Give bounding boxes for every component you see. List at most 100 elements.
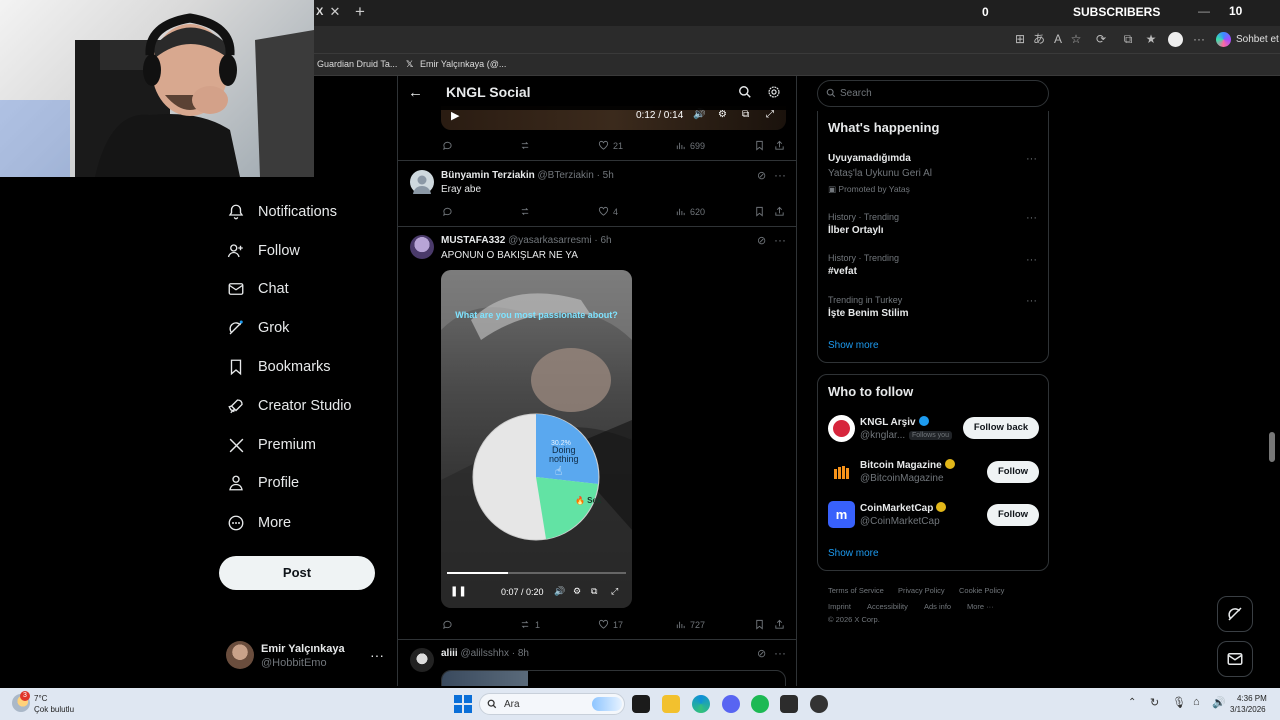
reply-button[interactable] xyxy=(442,619,457,630)
gear-icon[interactable] xyxy=(767,85,781,99)
like-button[interactable]: 4 xyxy=(598,206,618,217)
more-menu-icon[interactable]: ··· xyxy=(1192,32,1206,46)
nav-chat[interactable]: Chat xyxy=(226,274,289,304)
task-view-icon[interactable] xyxy=(632,695,650,713)
bookmark-button[interactable] xyxy=(754,140,769,151)
post-handle[interactable]: @alilsshhx xyxy=(460,648,509,659)
trend-more-button[interactable]: ··· xyxy=(1026,254,1037,266)
post-time[interactable]: · 6h xyxy=(594,235,611,246)
trend-name[interactable]: İşte Benim Stilim xyxy=(828,308,909,319)
profile-icon[interactable] xyxy=(1168,32,1183,47)
back-arrow-icon[interactable]: ← xyxy=(408,84,423,101)
account-more-button[interactable]: ··· xyxy=(370,647,384,663)
refresh-icon[interactable]: ⟳ xyxy=(1094,32,1108,46)
avatar[interactable] xyxy=(226,641,254,669)
avatar[interactable] xyxy=(828,458,855,485)
footer-link[interactable]: More ··· xyxy=(967,602,994,611)
scrollbar-track[interactable] xyxy=(1269,76,1275,686)
microphone-icon[interactable]: 🎙 xyxy=(1172,696,1186,709)
account-name[interactable]: Emir Yalçınkaya xyxy=(261,643,345,655)
weather-temp[interactable]: 7°C xyxy=(34,694,47,703)
pause-icon[interactable]: ❚❚ xyxy=(450,586,467,597)
trend-name[interactable]: #vefat xyxy=(828,266,857,277)
messages-fab-button[interactable] xyxy=(1217,641,1253,677)
nav-bookmarks[interactable]: Bookmarks xyxy=(226,352,331,382)
follow-button[interactable]: Follow xyxy=(987,461,1039,483)
discord-icon[interactable] xyxy=(722,695,740,713)
views-button[interactable]: 727 xyxy=(675,619,705,630)
post-more-button[interactable]: ··· xyxy=(774,646,786,660)
nav-follow[interactable]: Follow xyxy=(226,236,300,266)
views-button[interactable]: 699 xyxy=(675,140,705,151)
avatar[interactable] xyxy=(828,415,855,442)
trend-more-button[interactable]: ··· xyxy=(1026,153,1037,165)
follow-back-button[interactable]: Follow back xyxy=(963,417,1039,439)
repost-button[interactable] xyxy=(519,140,535,151)
wtf-name[interactable]: Bitcoin Magazine xyxy=(860,459,955,471)
repost-button[interactable]: 1 xyxy=(519,619,540,630)
tray-chevron-icon[interactable]: ⌃ xyxy=(1128,697,1136,708)
volume-icon[interactable]: 🔊 xyxy=(1212,696,1226,709)
avatar[interactable] xyxy=(410,170,434,194)
nav-creator-studio[interactable]: Creator Studio xyxy=(226,391,352,421)
favorite-link[interactable]: Emir Yalçınkaya (@... xyxy=(420,59,506,69)
show-more-link[interactable]: Show more xyxy=(828,340,879,351)
trend-more-button[interactable]: ··· xyxy=(1026,212,1037,224)
fullscreen-icon[interactable]: ⤢ xyxy=(766,109,774,120)
footer-link[interactable]: Terms of Service xyxy=(828,586,884,595)
post-more-button[interactable]: ··· xyxy=(774,233,786,247)
post-author[interactable]: aliii xyxy=(441,648,458,659)
bookmark-button[interactable] xyxy=(754,619,769,630)
post-handle[interactable]: @BTerziakin xyxy=(538,170,594,181)
edge-browser-icon[interactable] xyxy=(692,695,710,713)
grok-post-icon[interactable]: ⊘ xyxy=(757,169,766,182)
favorite-star-icon[interactable]: ☆ xyxy=(1069,32,1083,46)
post-time[interactable]: · 5h xyxy=(597,170,614,181)
nav-grok[interactable]: Grok xyxy=(226,313,289,343)
show-more-link[interactable]: Show more xyxy=(828,548,879,559)
nav-more[interactable]: More xyxy=(226,508,291,538)
new-tab-button[interactable]: + xyxy=(352,3,368,21)
nav-profile[interactable]: Profile xyxy=(226,468,299,498)
terminal-icon[interactable] xyxy=(780,695,798,713)
nav-premium[interactable]: Premium xyxy=(226,430,316,460)
favorite-link[interactable]: Guardian Druid Ta... xyxy=(317,59,397,69)
settings-icon[interactable]: ⚙ xyxy=(573,586,581,597)
collections-icon[interactable]: ★ xyxy=(1144,32,1158,46)
spotify-icon[interactable] xyxy=(751,695,769,713)
footer-link[interactable]: Imprint xyxy=(828,602,851,611)
clock-time[interactable]: 4:36 PM xyxy=(1237,694,1267,703)
wtf-name[interactable]: KNGL Arşiv xyxy=(860,416,929,428)
obs-icon[interactable] xyxy=(810,695,828,713)
settings-icon[interactable]: ⚙ xyxy=(718,109,727,120)
grok-post-icon[interactable]: ⊘ xyxy=(757,647,766,660)
read-aloud-icon[interactable]: A xyxy=(1051,32,1065,46)
post-author[interactable]: MUSTAFA332 xyxy=(441,235,505,246)
search-icon[interactable] xyxy=(738,85,752,99)
video-player[interactable]: What are you most passionate about? 30.2… xyxy=(441,270,632,608)
repost-button[interactable] xyxy=(519,206,535,217)
trend-name[interactable]: Uyuyamadığımda xyxy=(828,153,911,164)
avatar[interactable] xyxy=(410,648,434,672)
pip-icon[interactable]: ⧉ xyxy=(591,586,597,597)
wtf-name[interactable]: CoinMarketCap xyxy=(860,502,947,514)
follow-button[interactable]: Follow xyxy=(987,504,1039,526)
grok-fab-button[interactable] xyxy=(1217,596,1253,632)
play-icon[interactable]: ▶ xyxy=(451,109,459,122)
video-progress-track[interactable] xyxy=(447,572,626,574)
share-button[interactable] xyxy=(774,140,789,151)
reply-button[interactable] xyxy=(442,140,457,151)
bookmark-button[interactable] xyxy=(754,206,769,217)
footer-link[interactable]: Cookie Policy xyxy=(959,586,1004,595)
scrollbar-thumb[interactable] xyxy=(1269,432,1275,462)
share-button[interactable] xyxy=(774,206,789,217)
file-explorer-icon[interactable] xyxy=(662,695,680,713)
network-icon[interactable]: ⌂ xyxy=(1193,696,1200,708)
footer-link[interactable]: Ads info xyxy=(924,602,951,611)
copilot-icon[interactable] xyxy=(1216,32,1231,47)
post-more-button[interactable]: ··· xyxy=(774,168,786,182)
share-button[interactable] xyxy=(774,619,789,630)
extensions-icon[interactable]: ⧉ xyxy=(1121,32,1135,46)
volume-icon[interactable]: 🔊 xyxy=(693,109,705,120)
translate-icon[interactable]: あ xyxy=(1032,32,1046,46)
